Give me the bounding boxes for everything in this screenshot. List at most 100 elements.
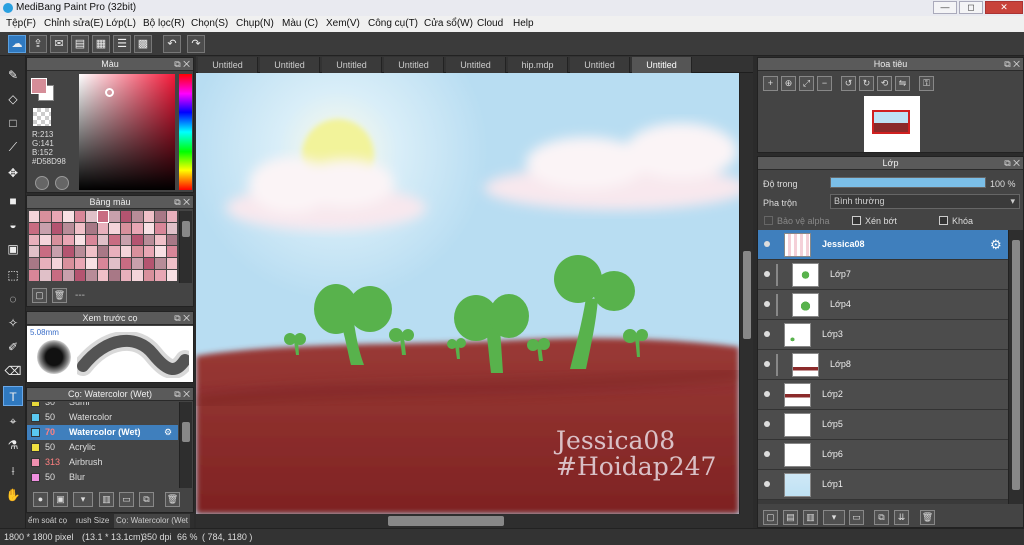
brush-settings-icon[interactable]: ▥ <box>99 492 114 507</box>
eyedropper-tool-icon[interactable]: ⟊ <box>3 460 23 480</box>
merge-layer-icon[interactable]: ⇊ <box>894 510 909 525</box>
brush-scroll-thumb[interactable] <box>182 422 190 442</box>
palette-swatch[interactable] <box>155 246 166 258</box>
delete-brush-icon[interactable]: 🗑 <box>165 492 180 507</box>
saturation-value-picker[interactable] <box>79 74 175 190</box>
palette-swatch[interactable] <box>120 258 132 270</box>
layer-row[interactable]: Lớp8 <box>758 350 1008 380</box>
move-tool-icon[interactable]: ✥ <box>3 162 23 182</box>
canvas-vscroll-thumb[interactable] <box>743 251 751 339</box>
palette-swatch[interactable] <box>40 234 51 246</box>
palette-swatch[interactable] <box>63 258 74 270</box>
redo-icon[interactable]: ↷ <box>187 35 205 53</box>
brush-item[interactable]: 313 Airbrush <box>27 455 178 470</box>
layer-row[interactable]: Lớp1 <box>758 470 1008 500</box>
palette-swatch[interactable] <box>109 234 120 246</box>
palette-swatch[interactable] <box>29 211 40 222</box>
palette-swatch[interactable] <box>51 258 63 270</box>
menu-view[interactable]: Xem(V) <box>326 16 360 32</box>
transparent-swatch[interactable] <box>33 108 51 126</box>
tab-document[interactable]: Untitled <box>446 57 506 73</box>
visibility-eye-icon[interactable] <box>764 481 770 487</box>
palette-swatch[interactable] <box>166 246 177 258</box>
note-icon[interactable]: ▤ <box>71 35 89 53</box>
new-halftone-layer-icon[interactable]: ▤ <box>783 510 798 525</box>
tab-brush-current[interactable]: Cọ: Watercolor (Wet <box>114 514 191 528</box>
panel-menu-icon[interactable]: ⧉ ✕ <box>174 58 190 71</box>
rotate-reset-icon[interactable]: ⟲ <box>877 76 892 91</box>
palette-swatch[interactable] <box>120 234 132 246</box>
navigator-preview[interactable] <box>864 96 920 152</box>
palette-swatch[interactable] <box>97 270 109 281</box>
palette-swatch[interactable] <box>155 258 166 270</box>
visibility-eye-icon[interactable] <box>764 331 770 337</box>
brush-list-scrollbar[interactable] <box>179 402 192 488</box>
layer-row[interactable]: Lớp5 <box>758 410 1008 440</box>
palette-swatch[interactable] <box>51 211 63 222</box>
palette-swatch[interactable] <box>51 234 63 246</box>
layer-row[interactable]: Lớp2 <box>758 380 1008 410</box>
layer-row[interactable]: Lớp6 <box>758 440 1008 470</box>
delete-palette-icon[interactable]: 🗑 <box>52 288 67 303</box>
tab-document[interactable]: Untitled <box>322 57 382 73</box>
palette-swatch[interactable] <box>109 270 120 281</box>
bucket-tool-icon[interactable]: ◒ <box>3 214 23 234</box>
tab-document[interactable]: Untitled <box>570 57 630 73</box>
palette-swatch[interactable] <box>109 222 120 234</box>
canvas-hscroll-thumb[interactable] <box>388 516 504 526</box>
gear-icon[interactable]: ⚙ <box>164 425 172 440</box>
visibility-eye-icon[interactable] <box>764 301 770 307</box>
menu-layer[interactable]: Lớp(L) <box>106 16 136 32</box>
select-pen-tool-icon[interactable]: ✐ <box>3 336 23 356</box>
visibility-eye-icon[interactable] <box>764 241 770 247</box>
palette-swatch[interactable] <box>166 222 177 234</box>
zoom-in-icon[interactable]: + <box>763 76 778 91</box>
brush-dropdown-icon[interactable]: ▾ <box>73 492 93 507</box>
canvas-vertical-scrollbar[interactable] <box>739 73 753 514</box>
palette-swatch[interactable] <box>132 270 143 281</box>
palette-swatch[interactable] <box>86 234 97 246</box>
operation-tool-icon[interactable]: ⌖ <box>3 410 23 430</box>
palette-swatch[interactable] <box>40 211 51 222</box>
drawing-canvas[interactable]: Jessica08 #Hoidap247 <box>196 73 739 514</box>
minimize-button[interactable]: — <box>933 1 957 14</box>
palette-swatch[interactable] <box>143 258 155 270</box>
palette-swatch[interactable] <box>74 234 86 246</box>
layer-row[interactable]: Lớp4 <box>758 290 1008 320</box>
brush-copy-icon[interactable]: ⧉ <box>139 492 154 507</box>
clipping-checkbox[interactable] <box>852 216 861 225</box>
rectangle-tool-icon[interactable]: □ <box>3 112 23 132</box>
visibility-eye-icon[interactable] <box>764 421 770 427</box>
palette-swatch[interactable] <box>29 234 40 246</box>
tab-document[interactable]: Untitled <box>260 57 320 73</box>
visibility-eye-icon[interactable] <box>764 271 770 277</box>
zoom-fit-icon[interactable]: ⊕ <box>781 76 796 91</box>
palette-swatch[interactable] <box>132 258 143 270</box>
palette-swatch[interactable] <box>40 246 51 258</box>
menu-snap[interactable]: Chụp(N) <box>236 16 274 32</box>
layer-menu-icon[interactable]: ▾ <box>823 510 845 525</box>
layer-row[interactable]: Lớp7 <box>758 260 1008 290</box>
menu-tools[interactable]: Công cụ(T) <box>368 16 418 32</box>
palette-swatch[interactable] <box>155 211 166 222</box>
brush-item[interactable]: 30 Sumi <box>27 402 178 410</box>
palette-swatch[interactable] <box>109 211 120 222</box>
color-mode-icon[interactable] <box>35 176 49 190</box>
panel-menu-icon[interactable]: ⧉ ✕ <box>174 196 190 209</box>
layer-folder-icon[interactable]: ▭ <box>849 510 864 525</box>
hue-slider[interactable] <box>179 74 192 190</box>
menu-help[interactable]: Help <box>513 16 534 32</box>
palette-grid[interactable] <box>29 210 177 281</box>
palette-swatch[interactable] <box>74 222 86 234</box>
palette-swatch[interactable] <box>40 270 51 281</box>
palette-swatch[interactable] <box>63 211 74 222</box>
palette-swatch[interactable] <box>166 270 177 281</box>
palette-swatch[interactable] <box>40 222 51 234</box>
palette-swatch[interactable] <box>63 234 74 246</box>
menu-edit[interactable]: Chỉnh sửa(E) <box>44 16 104 32</box>
palette-swatch[interactable] <box>51 270 63 281</box>
fill-rect-tool-icon[interactable]: ■ <box>3 190 23 210</box>
duplicate-layer-icon[interactable]: ⧉ <box>874 510 889 525</box>
share-icon[interactable]: ⇪ <box>29 35 47 53</box>
palette-swatch[interactable] <box>166 211 177 222</box>
